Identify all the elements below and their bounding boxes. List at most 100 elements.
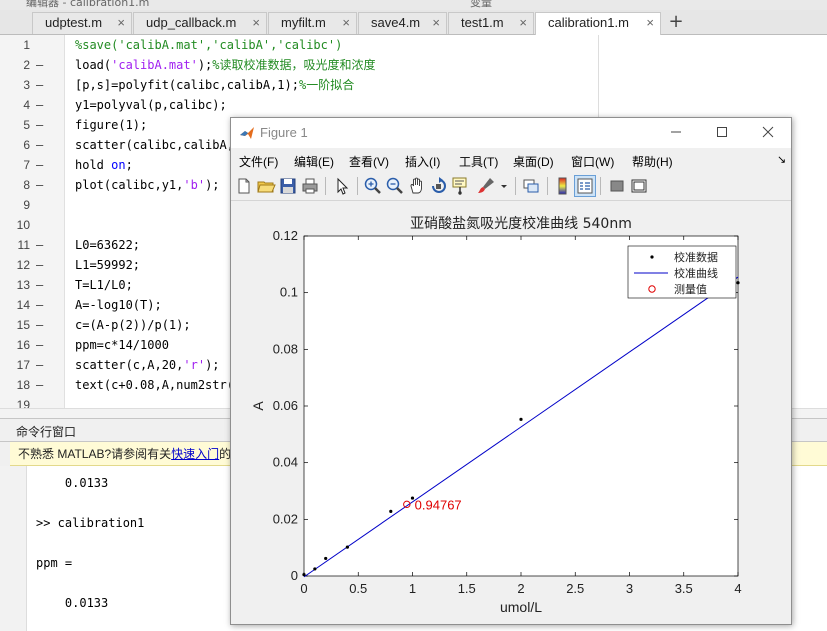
figure-canvas[interactable]: 亚硝酸盐氮吸光度校准曲线 540nm umol/L A 0 0.5 1 1.5 2 2.5 3 3.…: [231, 201, 791, 624]
y-tick-label: 0: [291, 568, 298, 583]
breakpoint-marker[interactable]: –: [36, 115, 43, 135]
tab-test1[interactable]: test1.m ×: [448, 12, 534, 34]
link-icon[interactable]: [521, 176, 541, 196]
tab-udptest[interactable]: udptest.m ×: [32, 12, 132, 34]
breakpoint-marker[interactable]: –: [36, 155, 43, 175]
tab-save4[interactable]: save4.m ×: [358, 12, 447, 34]
breakpoint-marker[interactable]: –: [36, 375, 43, 395]
close-button[interactable]: [753, 122, 783, 144]
x-tick-label: 1.5: [458, 581, 476, 596]
line-number[interactable]: 15: [0, 315, 30, 335]
breakpoint-marker[interactable]: –: [36, 335, 43, 355]
minimize-button[interactable]: [661, 122, 691, 144]
tab-calibration1[interactable]: calibration1.m ×: [535, 12, 661, 35]
menu-file[interactable]: 文件(F): [239, 153, 278, 170]
line-number[interactable]: 18: [0, 375, 30, 395]
close-icon[interactable]: ×: [342, 13, 350, 33]
menu-overflow-arrow[interactable]: ↘: [777, 153, 786, 166]
line-number[interactable]: 3: [0, 75, 30, 95]
command-window-gutter: [0, 466, 27, 631]
tab-myfilt[interactable]: myfilt.m ×: [268, 12, 357, 34]
breakpoint-marker[interactable]: –: [36, 235, 43, 255]
line-number[interactable]: 11: [0, 235, 30, 255]
x-tick-label: 3.5: [675, 581, 693, 596]
close-icon[interactable]: ×: [252, 13, 260, 33]
rotate-icon[interactable]: [429, 176, 449, 196]
code-text: [p,s]=polyfit(calibc,calibA,1);%一阶拟合: [75, 75, 354, 95]
line-number[interactable]: 17: [0, 355, 30, 375]
code-line[interactable]: 2– load('calibA.mat');%读取校准数据，吸光度和浓度: [0, 55, 827, 75]
line-number[interactable]: 5: [0, 115, 30, 135]
line-number[interactable]: 14: [0, 295, 30, 315]
dock-icon[interactable]: [629, 176, 649, 196]
close-icon[interactable]: ×: [646, 13, 654, 33]
code-line[interactable]: 1 %save('calibA.mat','calibA','calibc'): [0, 35, 827, 55]
code-token: %save('calibA.mat','calibA','calibc'): [75, 38, 343, 52]
figure-titlebar[interactable]: Figure 1: [231, 118, 791, 148]
line-number[interactable]: 8: [0, 175, 30, 195]
calibration-chart[interactable]: 亚硝酸盐氮吸光度校准曲线 540nm umol/L A 0 0.5 1 1.5 2 2.5 3 3.…: [231, 201, 791, 624]
breakpoint-marker[interactable]: –: [36, 75, 43, 95]
code-token: 'b': [183, 178, 206, 192]
zoom-in-icon[interactable]: [363, 176, 383, 196]
line-number[interactable]: 1: [0, 35, 30, 55]
menu-help[interactable]: 帮助(H): [632, 153, 673, 170]
code-text: ppm=c*14/1000: [75, 335, 169, 355]
breakpoint-marker[interactable]: –: [36, 175, 43, 195]
menu-desktop[interactable]: 桌面(D): [513, 153, 554, 170]
breakpoint-marker[interactable]: –: [36, 255, 43, 275]
breakpoint-marker[interactable]: –: [36, 315, 43, 335]
close-icon[interactable]: ×: [117, 13, 125, 33]
code-line[interactable]: 4– y1=polyval(p,calibc);: [0, 95, 827, 115]
line-number[interactable]: 2: [0, 55, 30, 75]
open-icon[interactable]: [256, 176, 276, 196]
tab-udp-callback[interactable]: udp_callback.m ×: [133, 12, 267, 34]
pan-icon[interactable]: [407, 176, 427, 196]
line-number[interactable]: 16: [0, 335, 30, 355]
menu-window[interactable]: 窗口(W): [571, 153, 614, 170]
command-window-title: 命令行窗口: [16, 425, 77, 439]
x-axis-label: umol/L: [500, 599, 542, 615]
colorbar-icon[interactable]: [553, 176, 573, 196]
menu-view[interactable]: 查看(V): [349, 153, 389, 170]
editor-tab-bar: udptest.m × udp_callback.m × myfilt.m × sav…: [0, 10, 827, 35]
breakpoint-marker[interactable]: –: [36, 275, 43, 295]
close-icon[interactable]: ×: [519, 13, 527, 33]
breakpoint-marker[interactable]: –: [36, 135, 43, 155]
figure-window[interactable]: Figure 1 文件(F) 编辑(E) 查看(V) 插入(I) 工具(T) 桌…: [230, 117, 792, 625]
line-number[interactable]: 7: [0, 155, 30, 175]
line-number[interactable]: 10: [0, 215, 30, 235]
menu-insert[interactable]: 插入(I): [405, 153, 440, 170]
code-token: ;: [125, 158, 133, 172]
brush-dropdown-icon[interactable]: [499, 176, 509, 196]
line-number[interactable]: 13: [0, 275, 30, 295]
x-tick-label: 2.5: [566, 581, 584, 596]
y-tick-label: 0.02: [273, 511, 298, 526]
line-number[interactable]: 12: [0, 255, 30, 275]
zoom-out-icon[interactable]: [385, 176, 405, 196]
breakpoint-marker[interactable]: –: [36, 355, 43, 375]
new-figure-icon[interactable]: [234, 176, 254, 196]
breakpoint-marker[interactable]: –: [36, 95, 43, 115]
breakpoint-marker[interactable]: –: [36, 55, 43, 75]
save-icon[interactable]: [278, 176, 298, 196]
hide-tools-icon[interactable]: [607, 176, 627, 196]
line-number[interactable]: 6: [0, 135, 30, 155]
data-cursor-icon[interactable]: [451, 176, 471, 196]
legend-icon[interactable]: [574, 175, 596, 197]
output-line: 0.0133: [36, 476, 109, 490]
add-tab-button[interactable]: +: [663, 13, 689, 33]
pointer-icon[interactable]: [332, 176, 352, 196]
print-icon[interactable]: [300, 176, 320, 196]
getting-started-link[interactable]: 快速入门: [171, 447, 219, 461]
line-number[interactable]: 4: [0, 95, 30, 115]
maximize-button[interactable]: [707, 122, 737, 144]
code-line[interactable]: 3– [p,s]=polyfit(calibc,calibA,1);%一阶拟合: [0, 75, 827, 95]
menu-edit[interactable]: 编辑(E): [294, 153, 334, 170]
breakpoint-marker[interactable]: –: [36, 295, 43, 315]
brush-icon[interactable]: [476, 176, 496, 196]
code-text: %save('calibA.mat','calibA','calibc'): [75, 35, 342, 55]
menu-tools[interactable]: 工具(T): [459, 153, 498, 170]
close-icon[interactable]: ×: [432, 13, 440, 33]
line-number[interactable]: 9: [0, 195, 30, 215]
